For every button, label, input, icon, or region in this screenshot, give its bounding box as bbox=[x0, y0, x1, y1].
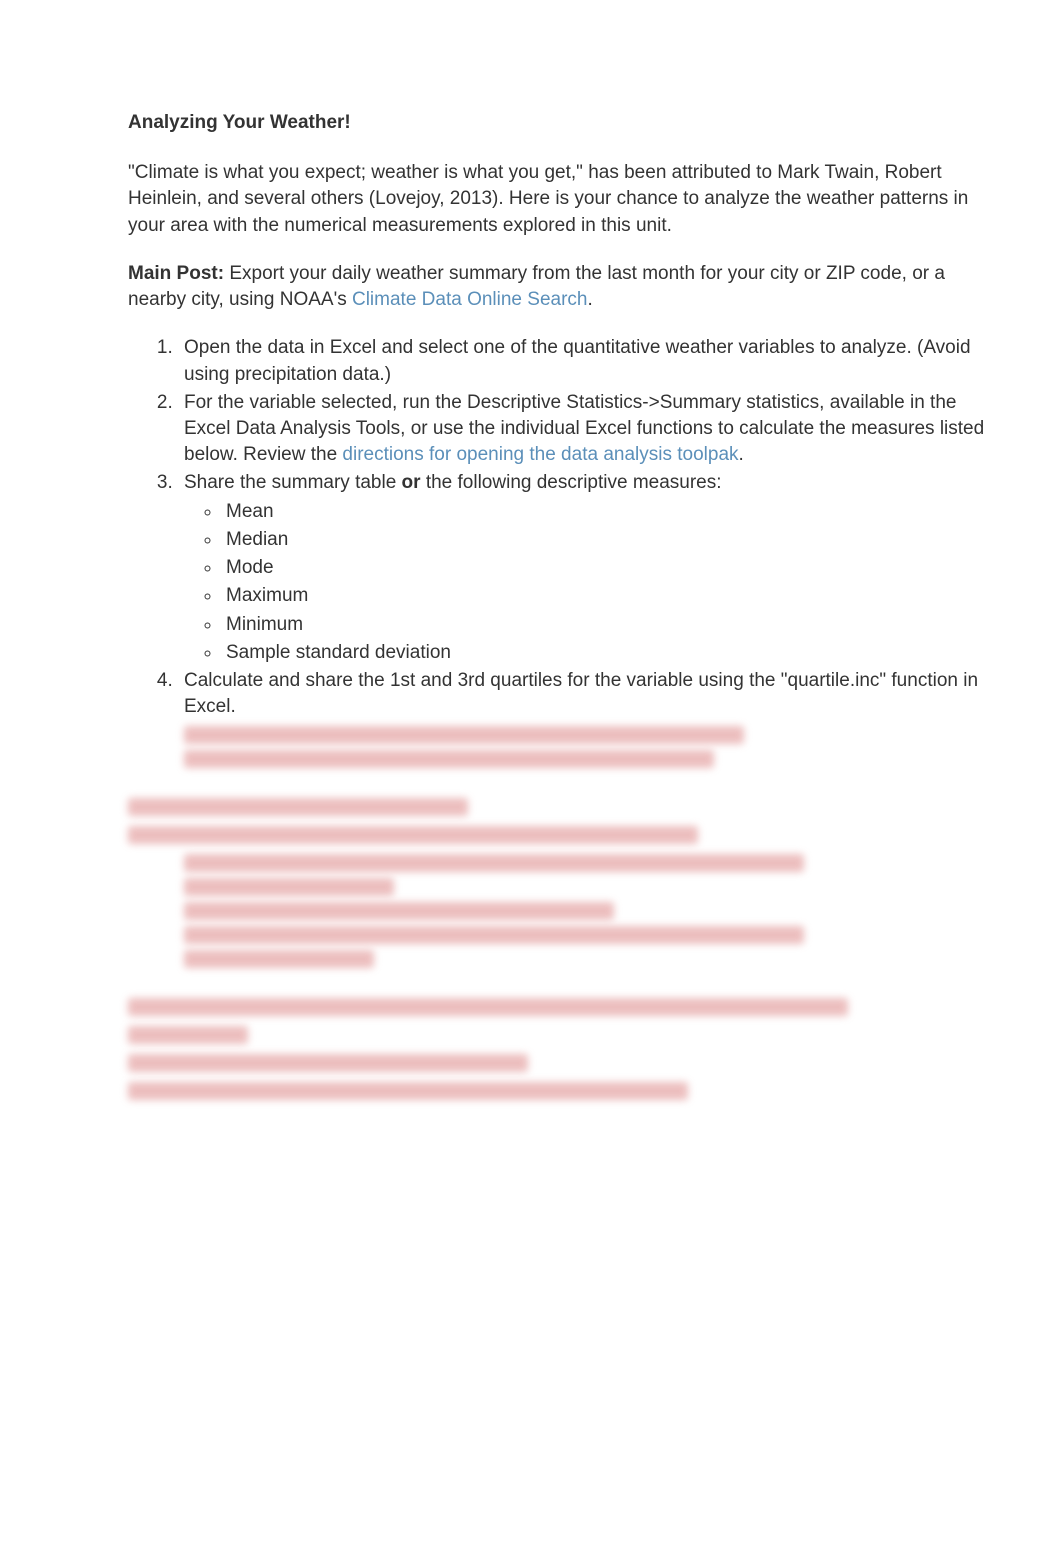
step-1-text: Open the data in Excel and select one of… bbox=[184, 337, 971, 384]
measures-list: Mean Median Mode Maximum Minimum Sample … bbox=[184, 499, 1002, 666]
obscured-heading-2 bbox=[128, 1054, 1002, 1072]
step-2: For the variable selected, run the Descr… bbox=[178, 390, 1002, 469]
measure-maximum: Maximum bbox=[222, 583, 1002, 609]
measure-std: Sample standard deviation bbox=[222, 640, 1002, 666]
step-4: Calculate and share the 1st and 3rd quar… bbox=[178, 668, 1002, 720]
measure-minimum: Minimum bbox=[222, 612, 1002, 638]
main-post-label: Main Post: bbox=[128, 263, 224, 284]
step-3-tail: the following descriptive measures: bbox=[421, 472, 722, 493]
step-1: Open the data in Excel and select one of… bbox=[178, 335, 1002, 387]
page-title: Analyzing Your Weather! bbox=[128, 110, 1002, 136]
measure-mode: Mode bbox=[222, 555, 1002, 581]
climate-data-link[interactable]: Climate Data Online Search bbox=[352, 289, 588, 310]
measure-median: Median bbox=[222, 527, 1002, 553]
main-post-paragraph: Main Post: Export your daily weather sum… bbox=[128, 261, 1002, 313]
obscured-paragraph-1 bbox=[128, 826, 1002, 844]
step-4-text: Calculate and share the 1st and 3rd quar… bbox=[184, 670, 978, 717]
obscured-paragraph-2 bbox=[128, 998, 1002, 1044]
toolpak-link[interactable]: directions for opening the data analysis… bbox=[342, 444, 738, 465]
main-post-text-2: . bbox=[587, 289, 592, 310]
step-3-or: or bbox=[402, 472, 421, 493]
step-3: Share the summary table or the following… bbox=[178, 470, 1002, 666]
step-2-tail: . bbox=[739, 444, 744, 465]
obscured-heading-1 bbox=[128, 798, 1002, 816]
intro-paragraph: "Climate is what you expect; weather is … bbox=[128, 160, 1002, 239]
measure-mean: Mean bbox=[222, 499, 1002, 525]
obscured-paragraph-3 bbox=[128, 1082, 1002, 1100]
document-page: Analyzing Your Weather! "Climate is what… bbox=[0, 0, 1062, 1556]
obscured-list-1 bbox=[128, 854, 1002, 968]
step-3-text: Share the summary table bbox=[184, 472, 402, 493]
steps-list: Open the data in Excel and select one of… bbox=[128, 335, 1002, 720]
obscured-step-5 bbox=[128, 726, 1002, 768]
